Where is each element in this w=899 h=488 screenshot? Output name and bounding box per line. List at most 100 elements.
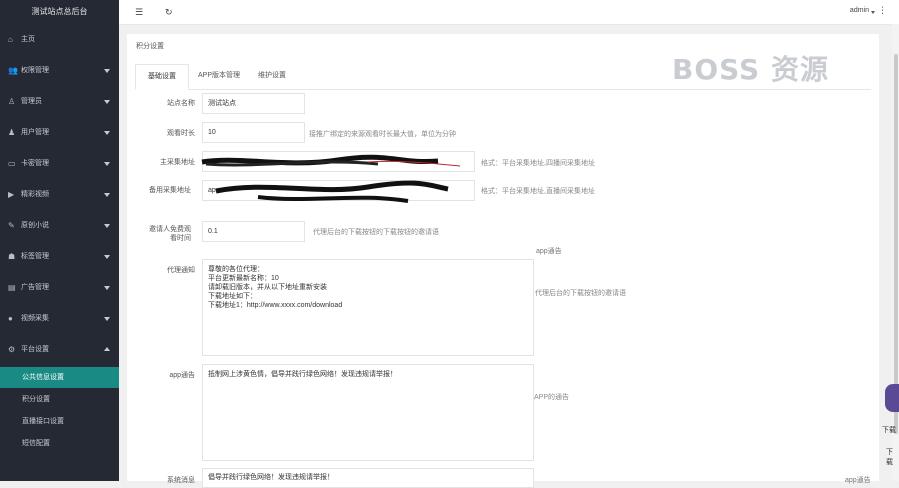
chevron-down-icon: [104, 224, 110, 228]
agent-notice-line: 下载地址如下：: [208, 293, 257, 300]
sidebar-item-tags[interactable]: ☗ 标签管理: [0, 242, 119, 273]
chevron-down-icon: [104, 162, 110, 166]
sidebar-item-permissions[interactable]: 👥 权限管理: [0, 56, 119, 87]
settings-panel: 积分设置 基础设置 APP版本管理 维护设置 站点名称 测试站点 观看时长 10…: [127, 34, 879, 488]
sidebar-item-label: 管理员: [21, 98, 42, 105]
agent-notice-line: 平台更新最新名称：10: [208, 275, 279, 282]
site-name-input[interactable]: 测试站点: [202, 93, 305, 114]
sidebar-item-ads[interactable]: ▤ 广告管理: [0, 273, 119, 304]
tab-basic[interactable]: 基础设置: [135, 64, 189, 90]
app-notice-textarea[interactable]: 抵制网上涉黄色情，倡导并践行绿色网络！发现违规请举报！: [202, 364, 534, 461]
sidebar-subitem-live[interactable]: 直播接口设置: [0, 411, 119, 432]
user-icon: ♙: [8, 97, 16, 106]
chevron-down-icon: [104, 100, 110, 104]
chevron-down-icon: [871, 11, 875, 14]
floating-download-label[interactable]: 下载: [882, 425, 896, 435]
chevron-up-icon: [104, 347, 110, 351]
tab-maintenance[interactable]: 维护设置: [251, 64, 293, 88]
sidebar-item-label: 用户管理: [21, 129, 49, 136]
sidebar-item-platform[interactable]: ⚙ 平台设置: [0, 335, 119, 366]
sidebar-item-label: 精彩视频: [21, 191, 49, 198]
app-tip-right: app通告: [536, 248, 562, 255]
video-icon: ▶: [8, 190, 15, 199]
agent-notice-line: 请卸载旧版本，并从以下地址重新安装: [208, 284, 327, 291]
brand-title: 测试站点总后台: [31, 7, 88, 16]
main-url-help: 格式：平台采集地址,四播间采集地址: [481, 160, 595, 167]
watch-time-input[interactable]: 10: [202, 122, 305, 143]
book-icon: ✎: [8, 221, 15, 230]
sidebar-item-admins[interactable]: ♙ 管理员: [0, 87, 119, 118]
ad-icon: ▤: [8, 283, 16, 292]
collect-icon: ●: [8, 314, 13, 323]
bottom-right-tip: app通告: [845, 477, 871, 484]
watch-time-label: 观看时长: [167, 130, 195, 137]
chevron-down-icon: [104, 193, 110, 197]
page-scrollbar[interactable]: [892, 24, 899, 481]
sidebar: 测试站点总后台 ⌂ 主页 👥 权限管理 ♙ 管理员 ♟ 用户管理 ▭ 卡密管理 …: [0, 0, 119, 481]
backup-url-label: 备用采集地址: [149, 187, 191, 194]
user-manage-icon: ♟: [8, 128, 16, 137]
sidebar-item-users[interactable]: ♟ 用户管理: [0, 118, 119, 149]
floating-avatar[interactable]: [885, 384, 899, 412]
sidebar-item-cards[interactable]: ▭ 卡密管理: [0, 149, 119, 180]
redaction-scribble: [215, 180, 449, 203]
sidebar-item-videos[interactable]: ▶ 精彩视频: [0, 180, 119, 211]
chevron-down-icon: [104, 317, 110, 321]
backup-url-input[interactable]: ap: [202, 180, 475, 203]
system-msg-input[interactable]: 倡导并践行绿色网络！发现违规请举报！: [202, 468, 534, 488]
user-menu[interactable]: admin: [850, 7, 869, 14]
card-icon: ▭: [8, 159, 16, 168]
agent-notice-line: 尊敬的各位代理：: [208, 266, 264, 273]
sidebar-subitem-label: 公共信息设置: [22, 374, 64, 381]
sidebar-item-label: 主页: [21, 36, 35, 43]
sidebar-item-label: 视频采集: [21, 315, 49, 322]
floating-download-label-2[interactable]: 下载: [886, 447, 899, 467]
sidebar-subitem-label: 短信配置: [22, 440, 50, 447]
sidebar-subitem-label: 积分设置: [22, 396, 50, 403]
app-notice-label: app通告: [169, 372, 195, 379]
sidebar-item-label: 标签管理: [21, 253, 49, 260]
agent-notice-line: 下载地址1：http://www.xxxx.com/download: [208, 302, 343, 309]
home-icon: ⌂: [8, 35, 13, 44]
sidebar-subitem-public[interactable]: 公共信息设置: [0, 367, 119, 388]
sidebar-item-novels[interactable]: ✎ 原创小说: [0, 211, 119, 242]
main-url-label: 主采集地址: [160, 159, 195, 166]
chevron-down-icon: [104, 255, 110, 259]
panel-title: 积分设置: [136, 43, 164, 50]
sidebar-item-home[interactable]: ⌂ 主页: [0, 25, 119, 56]
site-name-label: 站点名称: [167, 100, 195, 107]
sidebar-item-label: 权限管理: [21, 67, 49, 74]
sidebar-subitem-label: 直播接口设置: [22, 418, 64, 425]
more-icon[interactable]: ⋮: [878, 5, 887, 16]
chevron-down-icon: [104, 69, 110, 73]
sidebar-item-collect[interactable]: ● 视频采集: [0, 304, 119, 335]
invite-input[interactable]: 0.1: [202, 221, 305, 242]
chevron-down-icon: [104, 286, 110, 290]
sidebar-subitem-sms[interactable]: 短信配置: [0, 433, 119, 454]
app-notice-help: APP的通告: [534, 394, 570, 401]
agent-notice-textarea[interactable]: 尊敬的各位代理： 平台更新最新名称：10 请卸载旧版本，并从以下地址重新安装 下…: [202, 259, 534, 356]
users-icon: 👥: [8, 66, 18, 75]
watch-time-help: 接推广绑定的来源观看时长最大值，单位为分钟: [309, 131, 456, 138]
scrollbar-thumb[interactable]: [894, 54, 898, 434]
sidebar-item-label: 卡密管理: [21, 160, 49, 167]
sidebar-item-label: 广告管理: [21, 284, 49, 291]
main-url-input[interactable]: [201, 151, 475, 172]
tab-app-version[interactable]: APP版本管理: [191, 64, 247, 88]
watermark-logo: BOSS 资源: [672, 53, 829, 86]
refresh-icon[interactable]: ↻: [165, 6, 173, 18]
tag-icon: ☗: [8, 252, 16, 261]
settings-icon: ⚙: [8, 345, 16, 354]
topbar: ☰ ↻ admin ⋮: [119, 0, 899, 25]
chevron-down-icon: [104, 131, 110, 135]
invite-help: 代理后台的下载按钮的下载按钮的邀请语: [313, 229, 439, 236]
backup-url-help: 格式：平台采集地址,直播间采集地址: [481, 188, 595, 195]
sidebar-item-label: 原创小说: [21, 222, 49, 229]
menu-toggle-icon[interactable]: ☰: [135, 6, 143, 18]
sidebar-item-label: 平台设置: [21, 346, 49, 353]
sidebar-subitem-points[interactable]: 积分设置: [0, 389, 119, 410]
invite-label: 邀请人免费观看时间: [149, 226, 191, 242]
redaction-scribble: [201, 154, 461, 167]
agent-notice-label: 代理通知: [167, 267, 195, 274]
agent-notice-help: 代理后台的下载按钮的邀请语: [535, 290, 626, 297]
